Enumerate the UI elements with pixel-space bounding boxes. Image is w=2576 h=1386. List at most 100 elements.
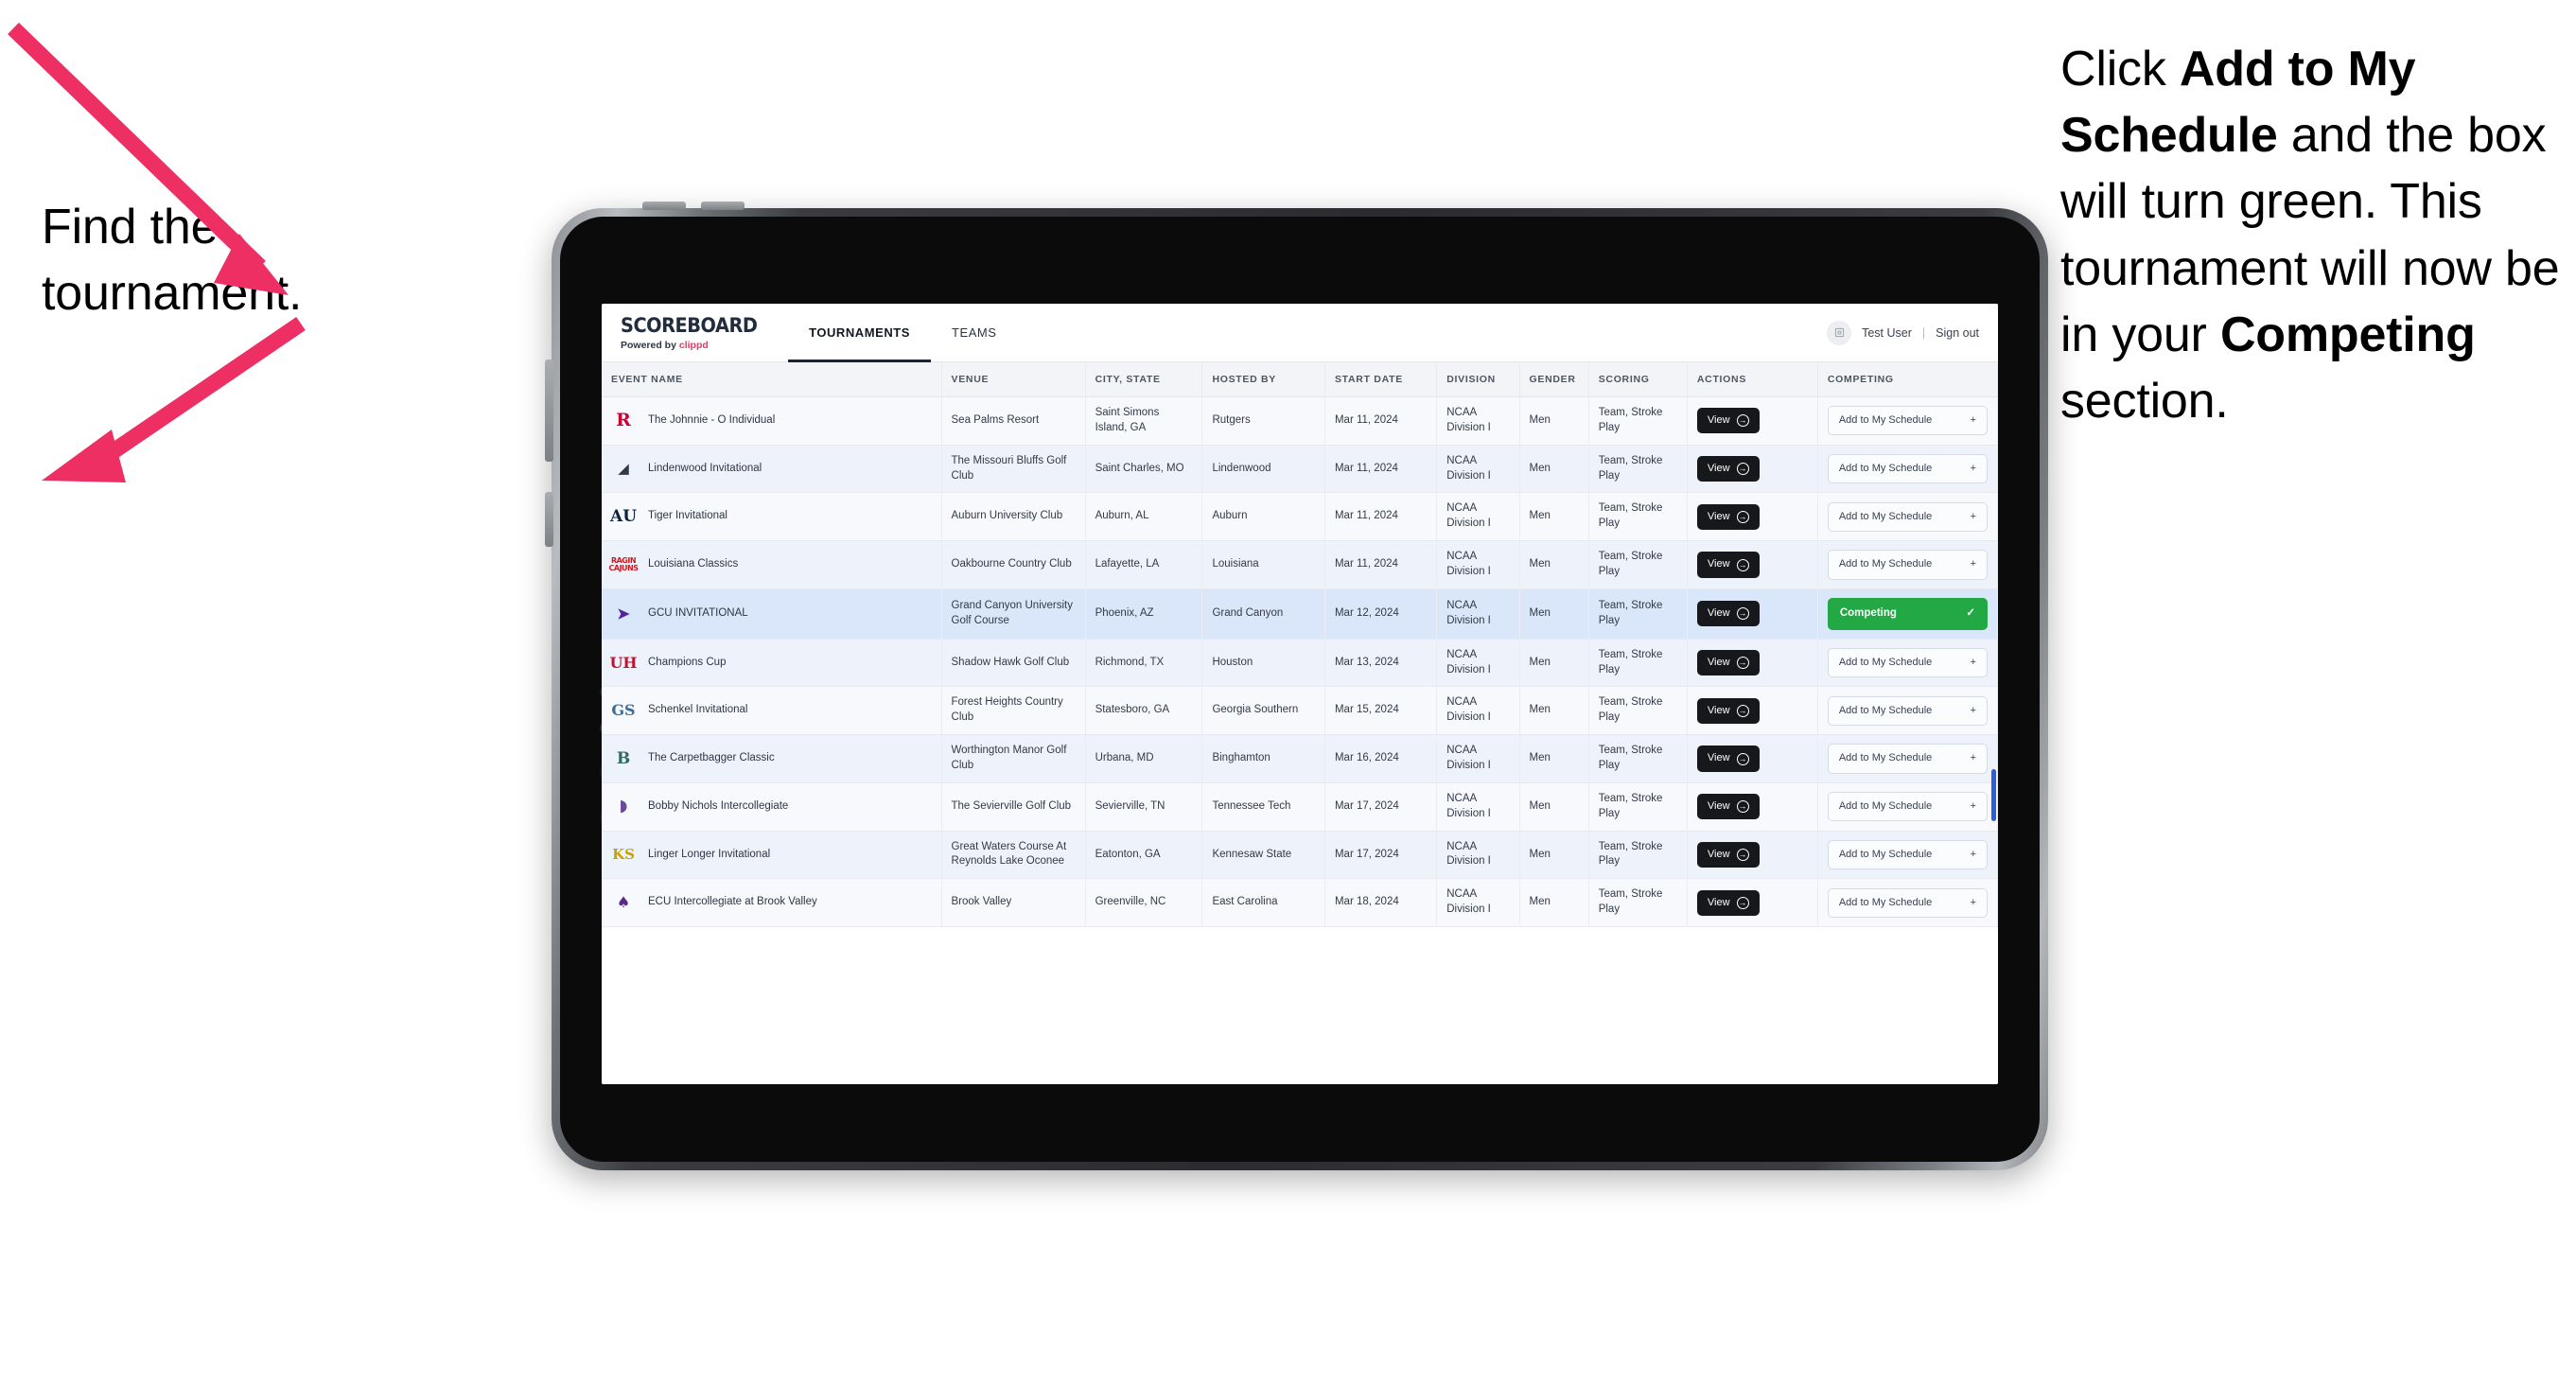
column-header-gender[interactable]: GENDER (1519, 362, 1589, 397)
cell-division: NCAA Division I (1436, 588, 1520, 640)
cell-actions: View → (1687, 445, 1818, 494)
cell-venue: Oakbourne Country Club (941, 540, 1086, 589)
view-button[interactable]: View → (1696, 503, 1760, 530)
view-button-label: View (1707, 800, 1730, 813)
table-row[interactable]: ➤ GCU INVITATIONAL Grand Canyon University… (602, 588, 1998, 640)
column-header-city-state[interactable]: CITY, STATE (1085, 362, 1203, 397)
add-to-my-schedule-button[interactable]: Add to My Schedule + (1827, 501, 1988, 532)
rutgers-logo-icon: R (616, 410, 631, 431)
add-to-my-schedule-button[interactable]: Add to My Schedule + (1827, 453, 1988, 484)
power-button[interactable] (545, 360, 553, 462)
cell-scoring: Team, Stroke Play (1588, 782, 1688, 832)
add-to-my-schedule-button[interactable]: Add to My Schedule + (1827, 695, 1988, 726)
add-to-my-schedule-button[interactable]: Add to My Schedule + (1827, 406, 1988, 436)
tab-tournaments-label: TOURNAMENTS (809, 325, 910, 340)
table-row[interactable]: ◗ Bobby Nichols Intercollegiate The Sevier… (602, 782, 1998, 832)
cell-start-date: Mar 17, 2024 (1324, 782, 1438, 832)
event-name-label: Louisiana Classics (648, 558, 739, 570)
cell-actions: View → (1687, 734, 1818, 783)
view-button[interactable]: View → (1696, 697, 1760, 724)
view-button-label: View (1707, 607, 1730, 620)
view-button[interactable]: View → (1696, 455, 1760, 482)
cell-event-name: UH Champions Cup (602, 639, 942, 688)
view-button[interactable]: View → (1696, 408, 1760, 434)
cell-gender: Men (1519, 782, 1589, 832)
table-row[interactable]: AU Tiger Invitational Auburn University Cl… (602, 492, 1998, 542)
volume-up-button[interactable] (642, 202, 686, 210)
add-to-my-schedule-button[interactable]: Add to My Schedule + (1827, 648, 1988, 678)
tennessee-tech-golden-eagles-logo-icon: ◗ (619, 797, 628, 816)
table-row[interactable]: RAGIN CAJUNS Louisiana Classics Oakbourne … (602, 540, 1998, 589)
vertical-scrollbar[interactable] (1991, 362, 1997, 1084)
view-button[interactable]: View → (1696, 794, 1760, 820)
arrow-right-pointer (0, 312, 312, 516)
view-button-label: View (1707, 848, 1730, 860)
view-button[interactable]: View → (1696, 552, 1760, 578)
table-row[interactable]: GS Schenkel Invitational Forest Heights Co… (602, 686, 1998, 736)
sign-out-link[interactable]: Sign out (1936, 326, 1979, 340)
add-to-my-schedule-button[interactable]: Add to My Schedule + (1827, 792, 1988, 822)
view-button[interactable]: View → (1696, 841, 1760, 868)
table-row[interactable]: KS Linger Longer Invitational Great Waters… (602, 831, 1998, 880)
event-name-label: Schenkel Invitational (648, 704, 748, 716)
column-header-division[interactable]: DIVISION (1436, 362, 1520, 397)
brand-logo[interactable]: SCOREBOARD Powered by clippd (602, 304, 788, 361)
table-row[interactable]: UH Champions Cup Shadow Hawk Golf Club Rich… (602, 639, 1998, 688)
cell-city-state: Auburn, AL (1085, 492, 1203, 542)
user-avatar-icon[interactable] (1827, 320, 1852, 345)
cell-start-date: Mar 13, 2024 (1324, 639, 1438, 688)
cell-competing: Add to My Schedule + (1817, 492, 1998, 542)
cell-start-date: Mar 16, 2024 (1324, 734, 1438, 783)
table-row[interactable]: R The Johnnie - O Individual Sea Palms Res… (602, 396, 1998, 446)
cell-division: NCAA Division I (1436, 878, 1520, 928)
cell-competing: Add to My Schedule + (1817, 396, 1998, 446)
cell-scoring: Team, Stroke Play (1588, 878, 1688, 928)
east-carolina-pirates-logo-icon: ♠ (616, 893, 631, 912)
georgia-southern-logo-icon: GS (611, 701, 636, 720)
side-button[interactable] (545, 492, 553, 547)
cell-gender: Men (1519, 686, 1589, 736)
cell-division: NCAA Division I (1436, 831, 1520, 880)
view-button[interactable]: View → (1696, 889, 1760, 916)
column-header-event-name[interactable]: EVENT NAME (602, 362, 942, 397)
cell-venue: Sea Palms Resort (941, 396, 1086, 446)
view-button[interactable]: View → (1696, 650, 1760, 676)
add-to-my-schedule-button[interactable]: Add to My Schedule + (1827, 887, 1988, 918)
column-header-hosted-by[interactable]: HOSTED BY (1201, 362, 1325, 397)
scrollbar-thumb[interactable] (1991, 769, 1996, 821)
view-button-label: View (1707, 752, 1730, 764)
arrow-right-circle-icon: → (1736, 704, 1749, 717)
view-button-label: View (1707, 510, 1730, 522)
cell-event-name: R The Johnnie - O Individual (602, 396, 942, 446)
cell-competing: Add to My Schedule + (1817, 782, 1998, 832)
competing-button[interactable]: Competing ✓ (1827, 597, 1988, 630)
cell-competing: Add to My Schedule + (1817, 445, 1998, 494)
column-header-competing[interactable]: COMPETING (1817, 362, 1998, 397)
cell-competing: Add to My Schedule + (1817, 734, 1998, 783)
arrow-right-circle-icon: → (1736, 510, 1749, 523)
add-to-my-schedule-button[interactable]: Add to My Schedule + (1827, 744, 1988, 774)
cell-event-name: KS Linger Longer Invitational (602, 831, 942, 880)
add-to-my-schedule-button[interactable]: Add to My Schedule + (1827, 550, 1988, 580)
table-row[interactable]: ♠ ECU Intercollegiate at Brook Valley Broo… (602, 878, 1998, 928)
add-to-my-schedule-button[interactable]: Add to My Schedule + (1827, 839, 1988, 870)
table-scroll-container[interactable]: EVENT NAME VENUE CITY, STATE HOSTED BY S… (602, 362, 1998, 1084)
column-header-venue[interactable]: VENUE (941, 362, 1086, 397)
column-header-start-date[interactable]: START DATE (1324, 362, 1438, 397)
cell-event-name: AU Tiger Invitational (602, 492, 942, 542)
view-button[interactable]: View → (1696, 601, 1760, 627)
add-to-my-schedule-label: Add to My Schedule (1838, 414, 1933, 427)
tab-teams[interactable]: TEAMS (931, 304, 1018, 361)
app-header: SCOREBOARD Powered by clippd TOURNAMENTS… (602, 304, 1998, 362)
table-row[interactable]: B The Carpetbagger Classic Worthington Man… (602, 734, 1998, 783)
view-button[interactable]: View → (1696, 746, 1760, 772)
cell-venue: Auburn University Club (941, 492, 1086, 542)
volume-down-button[interactable] (701, 202, 745, 210)
tab-tournaments[interactable]: TOURNAMENTS (788, 304, 931, 362)
cell-gender: Men (1519, 492, 1589, 542)
event-name-label: Linger Longer Invitational (648, 848, 771, 860)
column-header-actions[interactable]: ACTIONS (1687, 362, 1818, 397)
column-header-scoring[interactable]: SCORING (1588, 362, 1688, 397)
cell-gender: Men (1519, 878, 1589, 928)
table-row[interactable]: ◢ Lindenwood Invitational The Missouri Blu… (602, 445, 1998, 494)
